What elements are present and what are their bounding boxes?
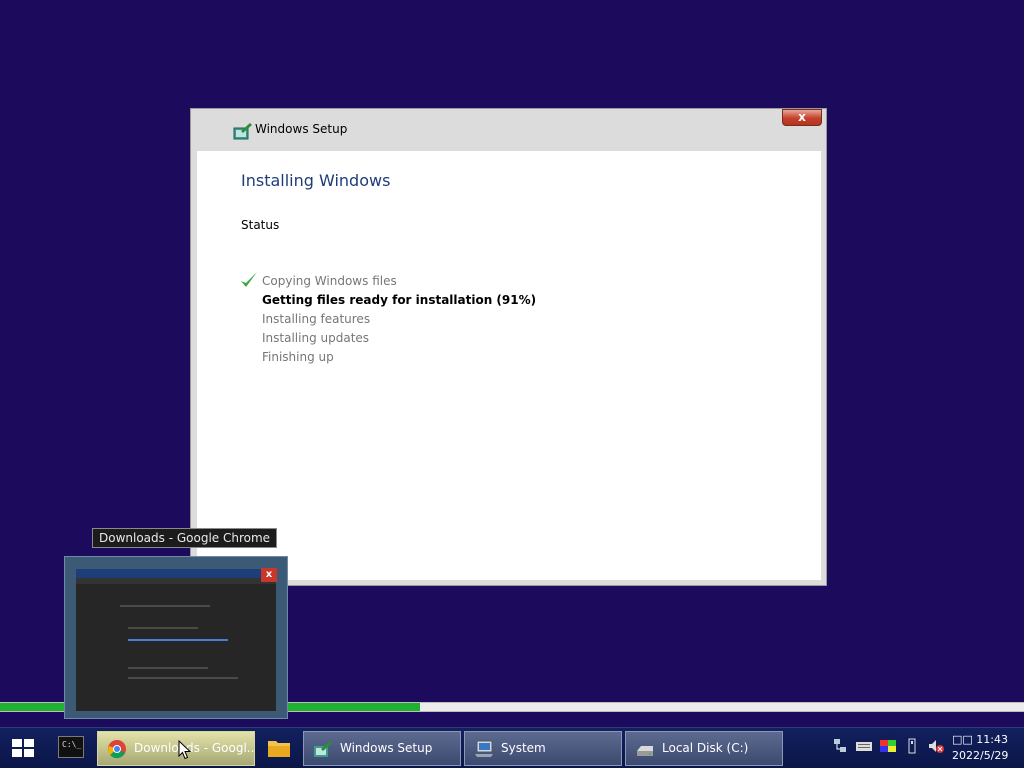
taskbar-item-label: System — [501, 741, 546, 755]
step-label: Installing updates — [262, 331, 370, 345]
taskbar-item-windows-setup[interactable]: Windows Setup — [303, 731, 461, 766]
status-label: Status — [241, 218, 280, 232]
command-prompt-icon[interactable]: C:\_ — [58, 736, 84, 758]
clock[interactable]: □□ 11:43 2022/5/29 — [952, 732, 1008, 764]
title-bar[interactable]: Windows Setup x — [191, 109, 826, 151]
step-label: Getting files ready for installation (91… — [262, 293, 537, 307]
step-getting-ready: Getting files ready for installation (91… — [262, 293, 536, 312]
step-label: Copying Windows files — [262, 274, 397, 288]
taskbar-item-label: Windows Setup — [340, 741, 433, 755]
close-button[interactable]: x — [782, 109, 822, 126]
network-icon[interactable] — [832, 738, 848, 754]
usb-icon[interactable] — [904, 738, 920, 754]
taskbar-item-local-disk[interactable]: Local Disk (C:) — [625, 731, 783, 766]
computer-icon — [475, 740, 493, 757]
setup-content: Installing Windows Status Copying Window… — [197, 151, 821, 580]
taskbar-item-system[interactable]: System — [464, 731, 622, 766]
step-finishing-up: Finishing up — [262, 350, 536, 369]
step-label: Installing features — [262, 312, 371, 326]
step-installing-updates: Installing updates — [262, 331, 536, 350]
chrome-icon — [108, 740, 126, 759]
step-label: Finishing up — [262, 350, 334, 364]
checkmark-icon — [241, 272, 257, 287]
setup-icon — [233, 123, 252, 140]
file-explorer-icon[interactable] — [267, 738, 291, 758]
setup-icon — [314, 741, 332, 757]
step-list: Copying Windows files Getting files read… — [241, 272, 536, 369]
taskbar-item-label: Local Disk (C:) — [662, 741, 749, 755]
window-title: Windows Setup — [255, 122, 348, 136]
preview-close-button[interactable]: x — [261, 568, 277, 582]
taskbar-thumbnail-preview[interactable]: x — [64, 556, 288, 719]
taskbar-tooltip: Downloads - Google Chrome — [92, 528, 278, 548]
page-title: Installing Windows — [241, 171, 391, 190]
step-copying-files: Copying Windows files — [241, 272, 536, 293]
taskbar-item-chrome[interactable]: Downloads - Googl... — [97, 731, 255, 766]
step-installing-features: Installing features — [262, 312, 536, 331]
keyboard-icon[interactable] — [856, 738, 872, 754]
clock-date: 2022/5/29 — [952, 749, 1009, 762]
taskbar: C:\_ Downloads - Googl... Windows Setup … — [0, 727, 1024, 768]
drive-icon — [637, 746, 653, 756]
mouse-cursor-icon — [178, 740, 191, 760]
taskbar-item-label: Downloads - Googl... — [134, 741, 255, 755]
volume-muted-icon[interactable] — [928, 738, 944, 754]
windows-start-icon[interactable] — [10, 737, 36, 759]
setup-window: Windows Setup x Installing Windows Statu… — [190, 108, 827, 586]
clock-time: □□ 11:43 — [952, 733, 1008, 746]
chrome-window-thumbnail[interactable] — [76, 569, 276, 711]
color-icon[interactable] — [880, 738, 896, 754]
